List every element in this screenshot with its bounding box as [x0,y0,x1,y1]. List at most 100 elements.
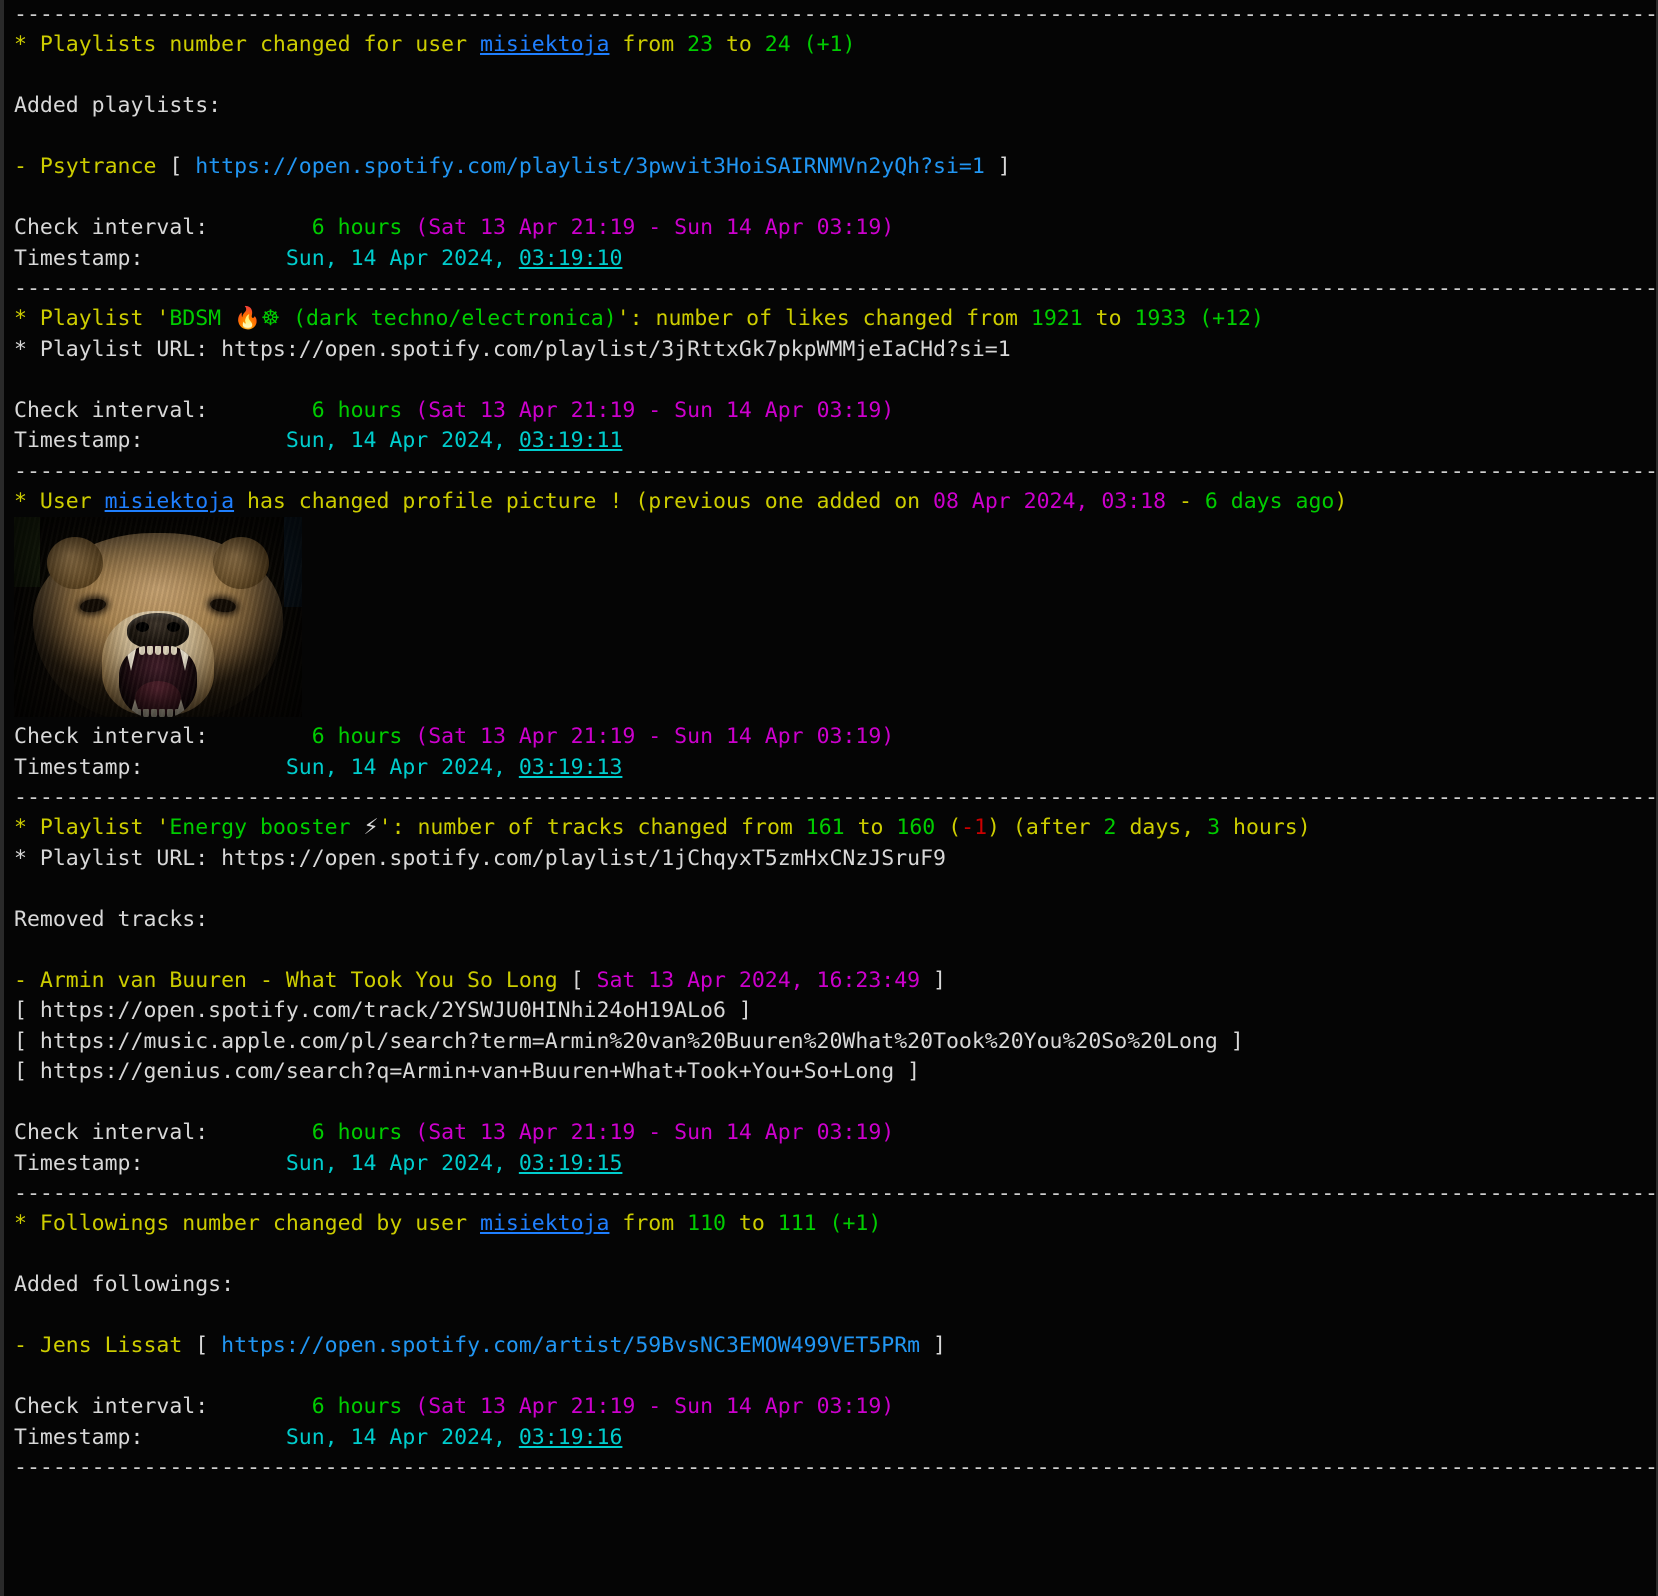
track-name: - Armin van Buuren - What Took You So Lo… [14,968,558,993]
separator-line: ----------------------------------------… [0,274,1658,304]
line-prefix: * Playlist ' [14,815,169,840]
count-from: 110 [687,1211,726,1236]
track-link-spotify[interactable]: [ https://open.spotify.com/track/2YSWJU0… [0,996,1658,1027]
terminal-left-border [0,0,4,1596]
timestamp-date: Sun, 14 Apr 2024, [286,428,519,453]
removed-track-item: - Armin van Buuren - What Took You So Lo… [0,966,1658,997]
playlist-url-link[interactable]: https://open.spotify.com/playlist/3pwvit… [195,154,985,179]
bear-fang-upper-left [125,645,137,671]
timestamp-label: Timestamp: [14,1151,143,1176]
time-ago: 6 days ago [1205,489,1334,514]
section-label: Added playlists: [14,93,221,118]
check-interval-row: Check interval: 6 hours (Sat 13 Apr 21:1… [0,396,1658,427]
count-to: 24 [765,32,791,57]
event-followings-count-title: * Followings number changed by user misi… [0,1209,1658,1240]
track-link-genius[interactable]: [ https://genius.com/search?q=Armin+van+… [0,1057,1658,1088]
timestamp-time: 03:19:13 [519,755,623,780]
check-interval-range: (Sat 13 Apr 21:19 - Sun 14 Apr 03:19) [415,1394,894,1419]
genius-search-url[interactable]: [ https://genius.com/search?q=Armin+van+… [14,1059,920,1084]
radiation-icon: ☸ [261,306,280,331]
timestamp-row: Timestamp: Sun, 14 Apr 2024, 03:19:16 [0,1423,1658,1454]
count-delta: (+1) [817,1211,882,1236]
profile-picture-wrapper [0,517,1658,722]
event-profile-picture-title: * User misiektoja has changed profile pi… [0,487,1658,518]
check-interval-range: (Sat 13 Apr 21:19 - Sun 14 Apr 03:19) [415,215,894,240]
tracks-to: 160 [896,815,935,840]
spotify-track-url[interactable]: [ https://open.spotify.com/track/2YSWJU0… [14,998,752,1023]
check-interval-value: 6 hours [312,1394,403,1419]
after-open: (after [1000,815,1104,840]
tracks-delta: -1 [961,815,987,840]
user-link[interactable]: misiektoja [480,1211,609,1236]
line-mid: has changed profile picture ! (previous … [234,489,933,514]
spacer [0,1362,1658,1393]
tracks-to-word: to [845,815,897,840]
spacer [0,365,1658,396]
added-playlists-label: Added playlists: [0,91,1658,122]
timestamp-time: 03:19:15 [519,1151,623,1176]
added-playlist-item: - Psytrance [ https://open.spotify.com/p… [0,152,1658,183]
timestamp-time: 03:19:16 [519,1425,623,1450]
bear-eye-right [209,597,237,613]
line-mid: ': number of likes changed from [617,306,1031,331]
event-title-mid: from [609,1211,687,1236]
timestamp-row: Timestamp: Sun, 14 Apr 2024, 03:19:11 [0,426,1658,457]
bear-nose [127,613,189,649]
check-interval-value: 6 hours [312,215,403,240]
separator-line: ----------------------------------------… [0,1453,1658,1483]
artist-name: - Jens Lissat [14,1333,182,1358]
previous-picture-date: 08 Apr 2024, 03:18 [933,489,1166,514]
likes-to: 1933 [1134,306,1186,331]
user-link[interactable]: misiektoja [105,489,234,514]
timestamp-date: Sun, 14 Apr 2024, [286,1151,519,1176]
check-interval-range: (Sat 13 Apr 21:19 - Sun 14 Apr 03:19) [415,724,894,749]
timestamp-label: Timestamp: [14,1425,143,1450]
artist-url-link[interactable]: https://open.spotify.com/artist/59BvsNC3… [221,1333,920,1358]
separator-line: ----------------------------------------… [0,457,1658,487]
check-interval-range: (Sat 13 Apr 21:19 - Sun 14 Apr 03:19) [415,398,894,423]
spacer [0,61,1658,92]
user-link[interactable]: misiektoja [480,32,609,57]
event-playlist-tracks-title: * Playlist 'Energy booster ⚡': number of… [0,813,1658,844]
check-interval-label: Check interval: [14,1120,208,1145]
lightning-icon: ⚡ [364,815,379,840]
playlist-url-text[interactable]: * Playlist URL: https://open.spotify.com… [14,337,1011,362]
apple-music-search-url[interactable]: [ https://music.apple.com/pl/search?term… [14,1029,1244,1054]
dash: - [1166,489,1205,514]
after-hours: 3 [1207,815,1220,840]
track-link-apple[interactable]: [ https://music.apple.com/pl/search?term… [0,1027,1658,1058]
check-interval-value: 6 hours [312,724,403,749]
check-interval-row: Check interval: 6 hours (Sat 13 Apr 21:1… [0,213,1658,244]
separator-line: ----------------------------------------… [0,783,1658,813]
delta-close: ) [987,815,1000,840]
playlist-name: Energy booster [169,815,363,840]
bear-eye-left [79,597,107,613]
timestamp-label: Timestamp: [14,246,143,271]
separator-line: ----------------------------------------… [0,1179,1658,1209]
check-interval-row: Check interval: 6 hours (Sat 13 Apr 21:1… [0,722,1658,753]
spacer [0,1301,1658,1332]
count-to-word: to [726,1211,778,1236]
line-prefix: * User [14,489,105,514]
bear-nostril-left [136,622,149,632]
event-title-prefix: * Playlists number changed for user [14,32,480,57]
spacer [0,874,1658,905]
bear-fang-upper-right [179,645,191,671]
forest-left [14,517,40,587]
fire-icon: 🔥 [234,306,261,331]
timestamp-time: 03:19:10 [519,246,623,271]
count-to: 111 [778,1211,817,1236]
spacer [0,183,1658,214]
bracket-open: [ [156,154,195,179]
event-playlists-count-title: * Playlists number changed for user misi… [0,30,1658,61]
likes-from: 1921 [1031,306,1083,331]
bear-nostril-right [167,622,180,632]
bear-ear-left [47,537,103,589]
playlist-url-text[interactable]: * Playlist URL: https://open.spotify.com… [14,846,946,871]
track-removed-date: Sat 13 Apr 2024, 16:23:49 [597,968,921,993]
timestamp-label: Timestamp: [14,428,143,453]
profile-picture-image [14,517,302,717]
bear-lower-teeth [135,709,181,717]
added-following-item: - Jens Lissat [ https://open.spotify.com… [0,1331,1658,1362]
bear-open-mouth [119,645,197,717]
